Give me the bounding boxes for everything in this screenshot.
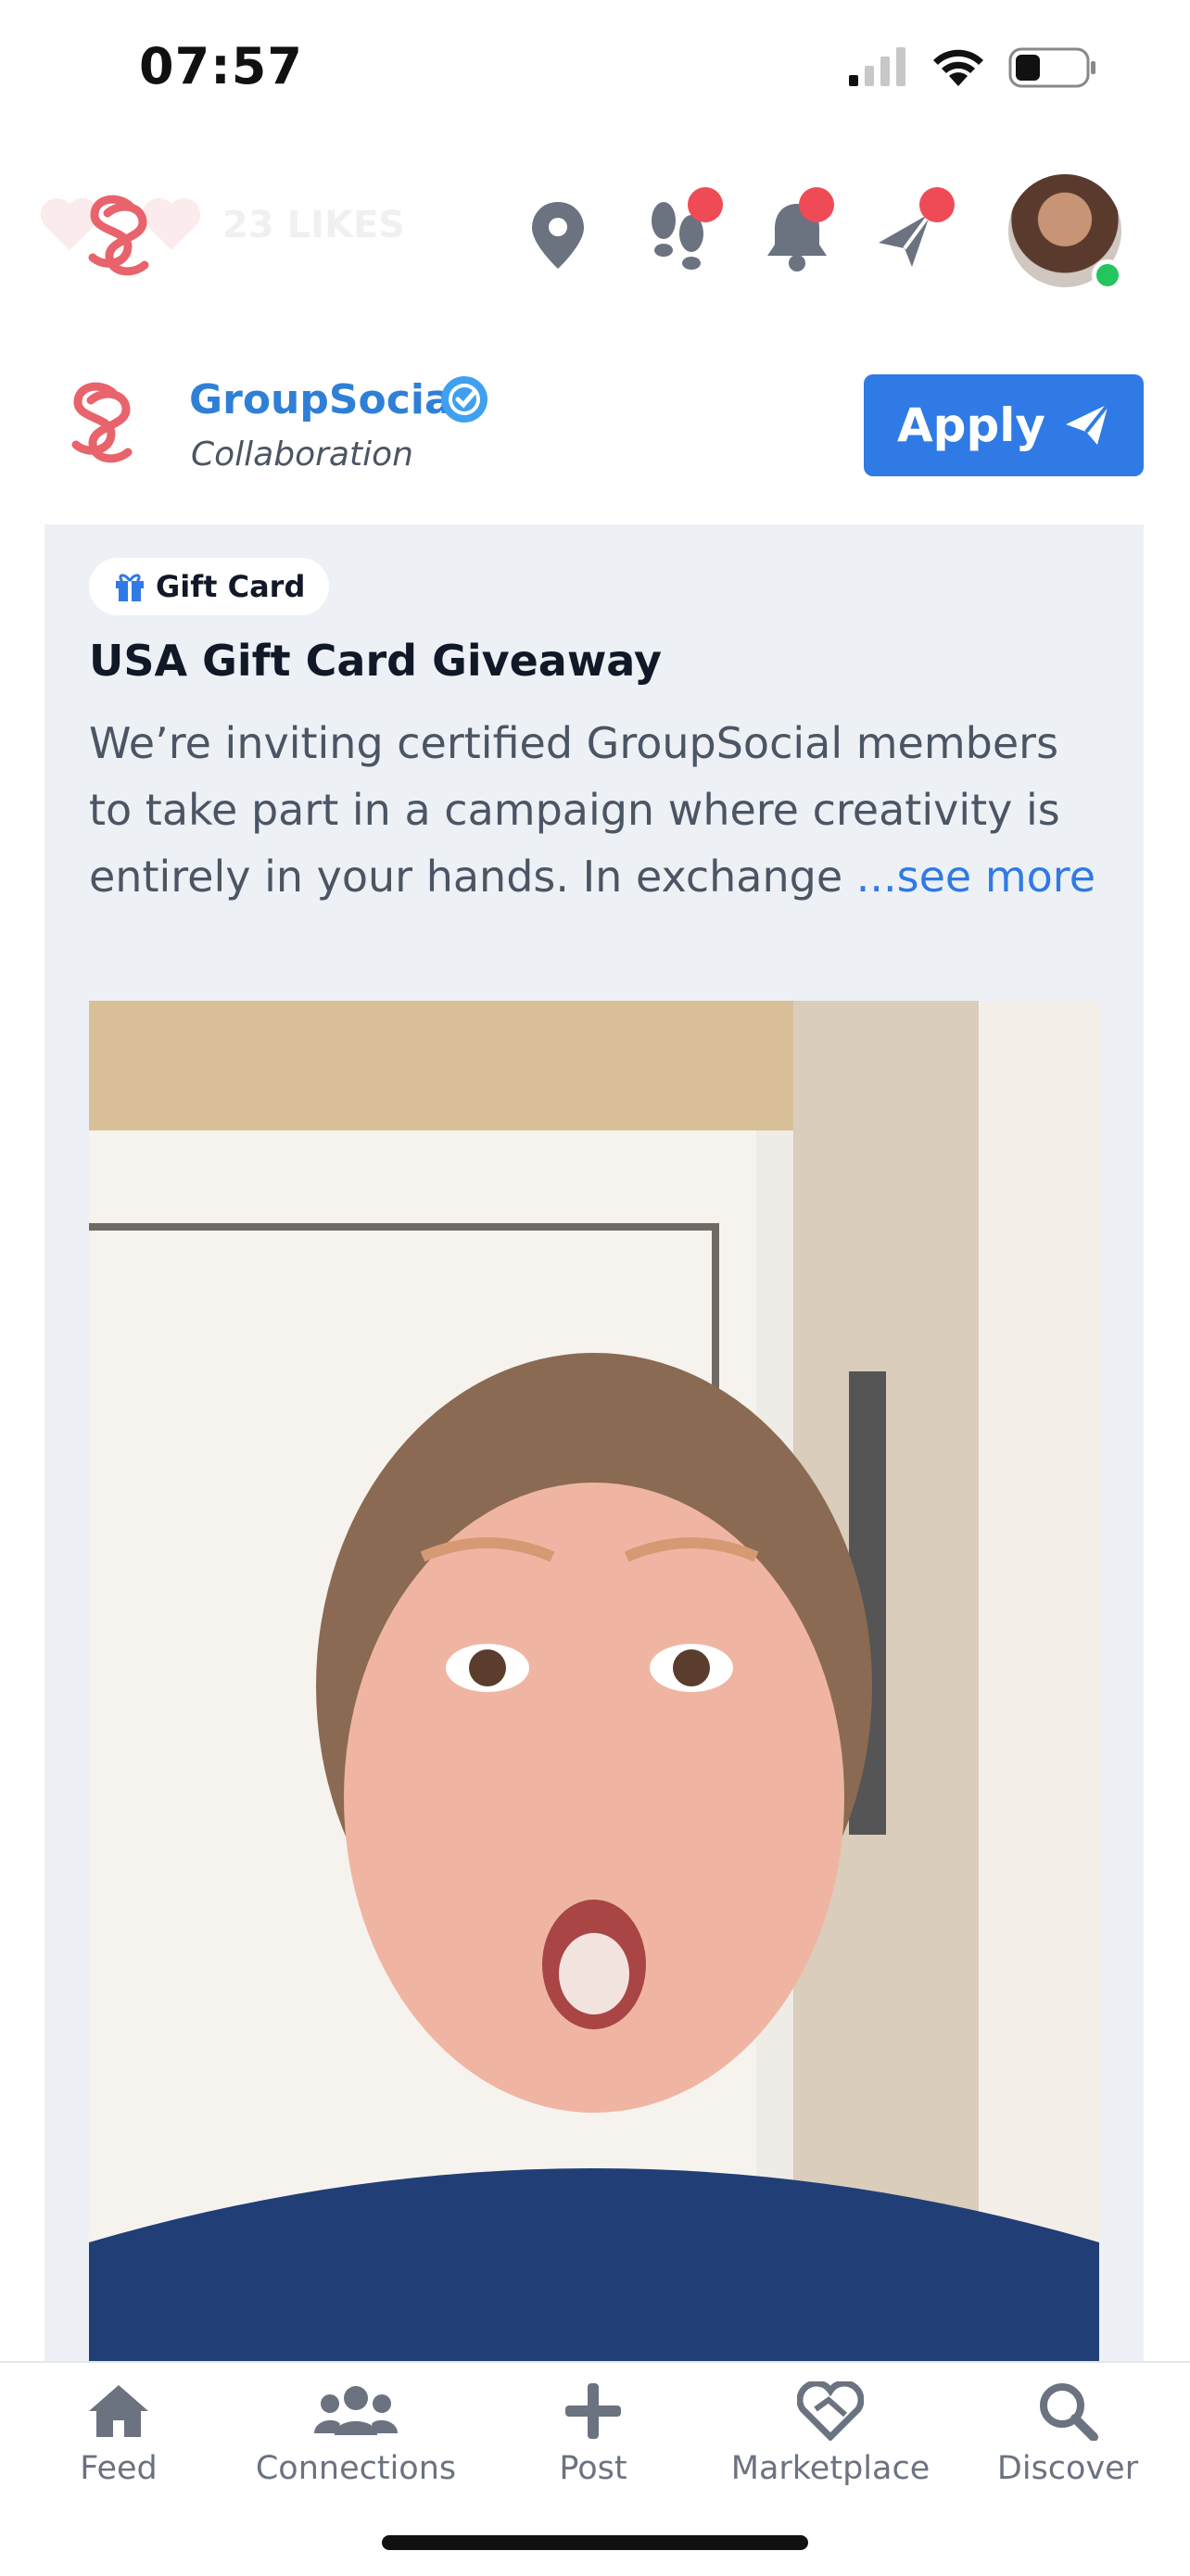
author-name[interactable]: GroupSocial <box>189 376 466 423</box>
home-indicator <box>382 2535 808 2550</box>
status-icons <box>847 46 1097 89</box>
category-tag: Gift Card <box>89 558 330 615</box>
apply-label: Apply <box>896 398 1045 452</box>
card-description: We’re inviting certified GroupSocial mem… <box>89 710 1108 910</box>
plus-icon <box>565 2383 621 2439</box>
apply-button[interactable]: Apply <box>864 374 1144 476</box>
verified-icon <box>441 376 487 423</box>
nav-item-feed[interactable]: Feed <box>0 2381 237 2487</box>
nav-label: Marketplace <box>730 2450 930 2487</box>
cellular-signal-icon <box>849 47 905 86</box>
status-time: 07:57 <box>139 37 303 95</box>
top-app-bar: 23 LIKES <box>0 167 1190 297</box>
nav-item-connections[interactable]: Connections <box>237 2381 475 2487</box>
battery-icon <box>1008 47 1095 88</box>
logo-icon <box>88 195 149 276</box>
rocket-badge <box>919 187 955 222</box>
see-more-link[interactable]: ...see more <box>856 852 1095 902</box>
nav-item-marketplace[interactable]: Marketplace <box>712 2381 949 2487</box>
location-pin-icon[interactable] <box>528 200 588 271</box>
wifi-icon <box>933 49 983 86</box>
card-title: USA Gift Card Giveaway <box>89 636 662 686</box>
video-frame-illustration <box>89 1001 1099 2391</box>
search-icon <box>1040 2383 1098 2441</box>
send-icon <box>1066 402 1110 445</box>
bell-badge <box>799 187 834 222</box>
post-header: GroupSocial Collaboration Apply <box>0 352 1190 491</box>
author-logo-icon[interactable] <box>57 380 146 465</box>
nav-label: Post <box>559 2450 627 2487</box>
app-logo[interactable] <box>74 193 163 282</box>
status-bar: 07:57 <box>0 0 1190 139</box>
users-icon <box>314 2386 398 2435</box>
footsteps-badge <box>688 187 723 222</box>
online-status-dot <box>1092 259 1123 291</box>
video-thumbnail[interactable] <box>89 1001 1099 2391</box>
gift-icon <box>116 574 144 601</box>
nav-label: Discover <box>996 2450 1139 2487</box>
home-icon <box>89 2385 148 2437</box>
post-card[interactable]: Gift Card USA Gift Card Giveaway We’re i… <box>44 524 1144 2391</box>
nav-label: Feed <box>80 2450 158 2487</box>
nav-item-discover[interactable]: Discover <box>949 2381 1186 2487</box>
likes-count: 23 LIKES <box>222 204 406 246</box>
post-category: Collaboration <box>191 436 413 474</box>
nav-item-post[interactable]: Post <box>475 2381 712 2487</box>
tag-label: Gift Card <box>156 569 306 604</box>
handshake-icon <box>797 2381 864 2441</box>
nav-label: Connections <box>255 2450 457 2487</box>
